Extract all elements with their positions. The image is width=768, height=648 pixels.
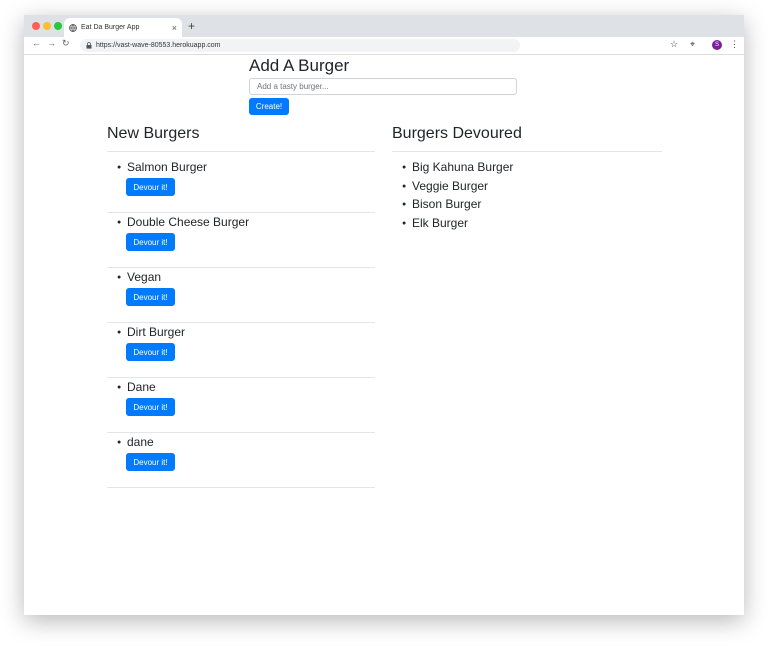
new-burgers-list: ● Salmon Burger Devour it! ● Double Chee… <box>107 158 375 488</box>
list-item: ● Dirt Burger Devour it! <box>107 323 375 378</box>
burger-name: Bison Burger <box>412 197 482 211</box>
bullet: ● <box>402 164 407 171</box>
bullet: ● <box>402 182 407 190</box>
devour-button[interactable]: Devour it! <box>126 288 175 306</box>
devour-button[interactable]: Devour it! <box>126 398 175 416</box>
bullet: ● <box>117 329 122 336</box>
devour-button[interactable]: Devour it! <box>126 453 175 471</box>
burger-name: Salmon Burger <box>127 160 208 174</box>
forward-icon[interactable]: → <box>47 38 56 48</box>
burger-name: Dane <box>127 380 156 394</box>
tab-title: Eat Da Burger App <box>81 24 140 31</box>
back-icon[interactable]: ← <box>32 38 41 48</box>
list-item: ● Vegan Devour it! <box>107 268 375 323</box>
list-item: ● Salmon Burger Devour it! <box>107 158 375 213</box>
burger-name: Big Kahuna Burger <box>412 160 514 174</box>
maximize-window-button[interactable] <box>54 22 62 30</box>
list-item: ● Dane Devour it! <box>107 378 375 433</box>
close-window-button[interactable] <box>32 22 40 30</box>
bullet: ● <box>117 219 122 226</box>
add-burger-title: Add A Burger <box>249 56 350 75</box>
new-tab-button[interactable]: + <box>188 19 195 33</box>
devoured-title: Burgers Devoured <box>392 125 522 142</box>
bullet: ● <box>402 219 407 227</box>
browser-toolbar: ← → ↻ https://vast-wave-80553.herokuapp.… <box>24 37 744 55</box>
list-item: ● Elk Burger <box>392 214 592 233</box>
bullet: ● <box>117 439 122 446</box>
burger-name: Veggie Burger <box>412 178 489 193</box>
list-item: ● Big Kahuna Burger <box>392 158 592 177</box>
bullet: ● <box>117 274 122 281</box>
star-icon[interactable]: ☆ <box>670 39 678 50</box>
burger-name: Dirt Burger <box>127 325 186 339</box>
avatar[interactable]: S <box>712 40 722 50</box>
tab-close-icon[interactable]: × <box>172 23 177 33</box>
divider <box>392 151 662 152</box>
reload-icon[interactable]: ↻ <box>62 38 70 49</box>
devour-button[interactable]: Devour it! <box>126 178 175 196</box>
devour-button[interactable]: Devour it! <box>126 343 175 361</box>
minimize-window-button[interactable] <box>43 22 51 30</box>
devour-button[interactable]: Devour it! <box>126 233 175 251</box>
divider <box>107 151 375 152</box>
url-text: https://vast-wave-80553.herokuapp.com <box>96 42 221 49</box>
list-item: ● Bison Burger <box>392 195 592 214</box>
list-item: ● Double Cheese Burger Devour it! <box>107 213 375 268</box>
bullet: ● <box>117 164 122 171</box>
tab-bar: Eat Da Burger App × + <box>24 15 744 37</box>
burger-name: Vegan <box>127 270 162 284</box>
devoured-list: ● Big Kahuna Burger ● Veggie Burger ● Bi… <box>392 158 592 232</box>
browser-tab[interactable]: Eat Da Burger App × <box>64 18 182 37</box>
burger-name-input[interactable] <box>249 78 517 95</box>
browser-window: Eat Da Burger App × + ← → ↻ https://vast… <box>24 15 744 615</box>
burger-name: Double Cheese Burger <box>127 215 250 229</box>
menu-icon[interactable]: ⋮ <box>730 39 739 50</box>
list-item: ● Veggie Burger <box>392 177 592 196</box>
bullet: ● <box>402 201 407 208</box>
create-button[interactable]: Create! <box>249 98 289 115</box>
bullet: ● <box>117 384 122 391</box>
lock-icon <box>86 42 92 49</box>
cast-icon[interactable]: ⌖ <box>690 39 695 50</box>
list-item: ● dane Devour it! <box>107 433 375 488</box>
new-burgers-title: New Burgers <box>107 125 200 142</box>
page-content: Add A Burger Create! New Burgers Burgers… <box>24 55 744 615</box>
address-bar[interactable]: https://vast-wave-80553.herokuapp.com <box>80 39 520 52</box>
burger-name: Elk Burger <box>412 215 469 230</box>
globe-icon <box>69 23 77 32</box>
burger-name: dane <box>127 435 154 449</box>
